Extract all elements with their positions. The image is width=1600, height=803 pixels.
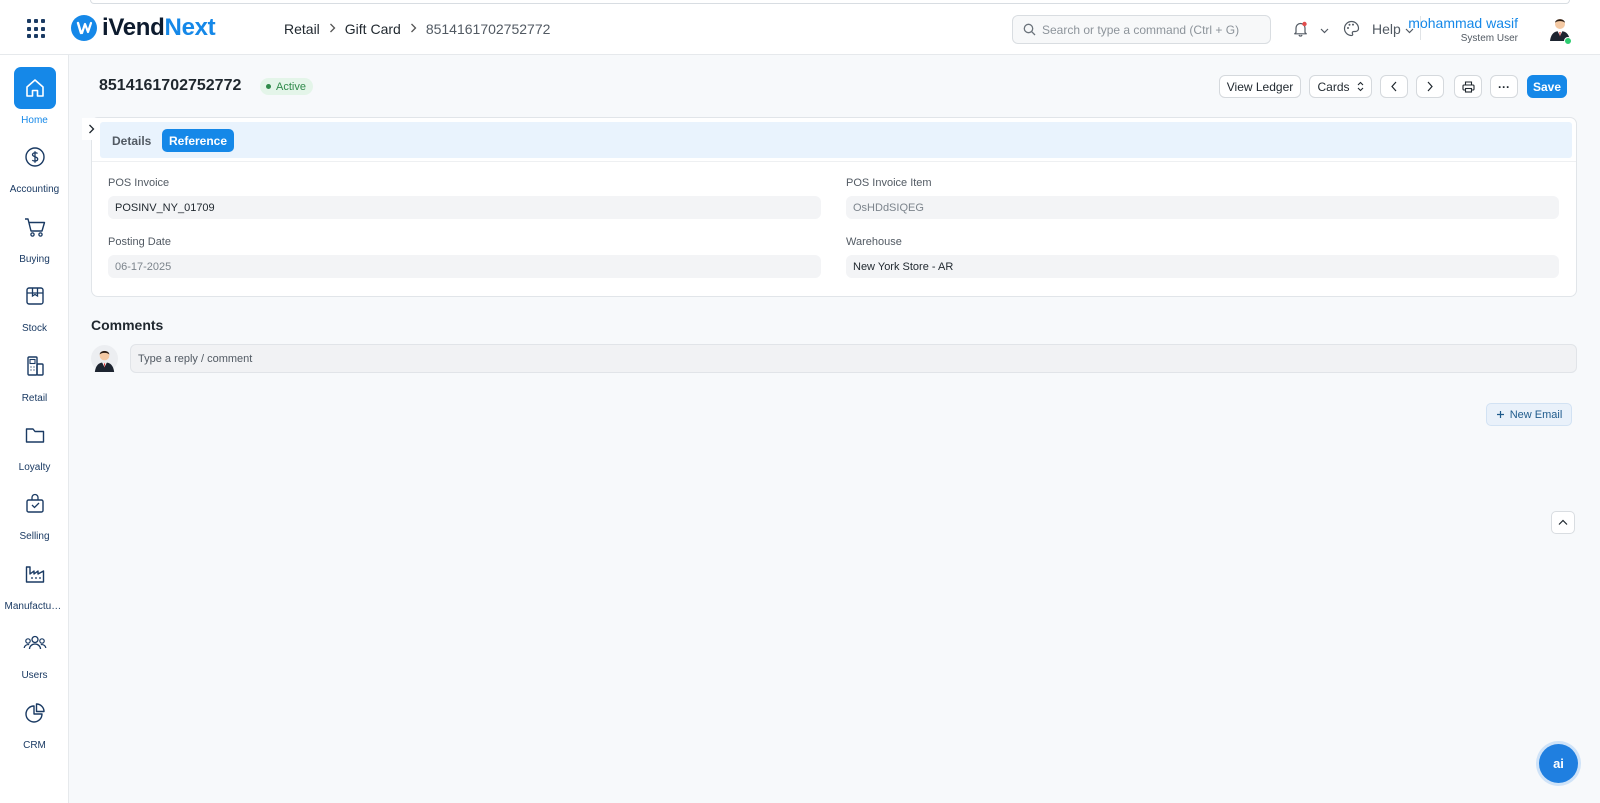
sidebar-item-selling[interactable]: Selling [0,483,69,549]
chevron-right-icon [410,22,417,36]
avatar [91,345,118,372]
sidebar-item-loyalty[interactable]: Loyalty [0,414,69,480]
logo-mark-icon [71,15,97,41]
new-email-button[interactable]: New Email [1486,403,1572,426]
chevron-up-icon [1558,519,1568,526]
logo-text: iVendNext [102,14,216,42]
logo-text-left: iVend [102,14,165,41]
sidebar-item-label: CRM [23,740,46,751]
logo-text-right: Next [164,14,216,41]
sidebar-item-label: Users [21,670,48,681]
apps-grid-icon[interactable] [27,19,47,39]
posting-date-label: Posting Date [108,236,171,248]
cards-dropdown[interactable]: Cards [1309,75,1372,98]
search-placeholder: Search or type a command (Ctrl + G) [1042,22,1240,37]
search-icon [1023,23,1036,36]
sidebar-item-accounting[interactable]: Accounting [0,136,69,202]
previous-button[interactable] [1380,75,1408,98]
save-button[interactable]: Save [1527,75,1567,98]
form-tabs: Details Reference [100,122,1572,158]
sidebar-item-label: Loyalty [18,462,51,473]
scroll-to-top-button[interactable] [1551,511,1575,534]
posting-date-field[interactable]: 06-17-2025 [108,255,821,278]
comment-placeholder: Type a reply / comment [138,352,253,365]
breadcrumb-retail[interactable]: Retail [284,21,320,37]
shopping-bag-icon [14,483,56,525]
sidebar-toggle[interactable] [82,118,100,140]
sidebar: Home Accounting Buying Stock Retail Loya… [0,55,69,803]
page-title: 8514161702752772 [99,77,242,94]
breadcrumb: Retail Gift Card 8514161702752772 [284,21,550,37]
sidebar-item-stock[interactable]: Stock [0,275,69,341]
pos-invoice-field[interactable]: POSINV_NY_01709 [108,196,821,219]
cart-icon [14,206,56,248]
search-input[interactable]: Search or type a command (Ctrl + G) [1012,15,1271,44]
sidebar-item-home[interactable]: Home [0,67,69,133]
palette-icon[interactable] [1343,20,1360,40]
warehouse-label: Warehouse [846,236,902,248]
users-icon [14,622,56,664]
help-label: Help [1372,21,1401,37]
app-logo[interactable]: iVendNext [71,14,216,42]
chevron-right-icon [88,124,95,134]
pie-chart-icon [14,692,56,734]
notification-bell-icon[interactable] [1293,21,1308,40]
user-menu[interactable]: mohammad wasif System User [1408,15,1518,44]
pos-terminal-icon [14,345,56,387]
user-name: mohammad wasif [1408,15,1518,31]
chevron-right-icon [329,22,336,36]
view-ledger-button[interactable]: View Ledger [1219,75,1301,98]
pos-invoice-item-field[interactable]: OsHDdSIQEG [846,196,1559,219]
sidebar-item-manufacturing[interactable]: Manufacturing [0,553,69,619]
folder-icon [14,414,56,456]
printer-icon [1461,80,1475,93]
sidebar-item-buying[interactable]: Buying [0,206,69,272]
breadcrumb-gift-card[interactable]: Gift Card [345,21,401,37]
sidebar-item-label: Accounting [9,184,60,195]
pos-invoice-label: POS Invoice [108,177,170,189]
comment-input[interactable]: Type a reply / comment [130,344,1577,373]
sidebar-item-label: Home [21,115,48,126]
sidebar-item-label: Stock [21,323,47,334]
divider [92,161,1576,162]
tab-reference[interactable]: Reference [162,129,235,152]
status-badge: Active [260,78,313,95]
next-button[interactable] [1416,75,1444,98]
box-icon [14,275,56,317]
sidebar-item-label: Selling [19,531,50,542]
chevron-right-icon [1426,81,1434,92]
ai-assistant-button[interactable]: ai [1539,744,1578,783]
user-role: System User [1460,33,1518,44]
status-label: Active [276,80,306,93]
sidebar-item-label: Retail [21,393,48,404]
warehouse-field[interactable]: New York Store - AR [846,255,1559,278]
sort-arrows-icon [1357,81,1364,92]
window-top-edge [90,0,1570,4]
chevron-down-icon[interactable] [1320,23,1329,37]
home-icon [13,67,56,109]
sidebar-item-crm[interactable]: CRM [0,692,69,758]
new-email-label: New Email [1509,408,1563,421]
sidebar-item-retail[interactable]: Retail [0,345,69,411]
breadcrumb-current[interactable]: 8514161702752772 [426,21,551,37]
factory-icon [14,553,56,595]
more-actions-button[interactable]: ··· [1490,75,1518,98]
sidebar-item-label: Buying [19,254,50,265]
comments-heading: Comments [91,317,164,333]
print-button[interactable] [1454,75,1482,98]
top-navbar [0,0,1600,55]
chevron-left-icon [1390,81,1398,92]
dollar-icon [14,136,56,178]
pos-invoice-item-label: POS Invoice Item [846,177,932,189]
plus-icon [1496,410,1505,419]
sidebar-item-label: Manufacturing [4,601,65,612]
sidebar-item-users[interactable]: Users [0,622,69,688]
cards-label: Cards [1317,79,1350,94]
status-dot [266,84,271,89]
tab-details[interactable]: Details [105,129,158,152]
online-status-dot [1564,37,1572,45]
